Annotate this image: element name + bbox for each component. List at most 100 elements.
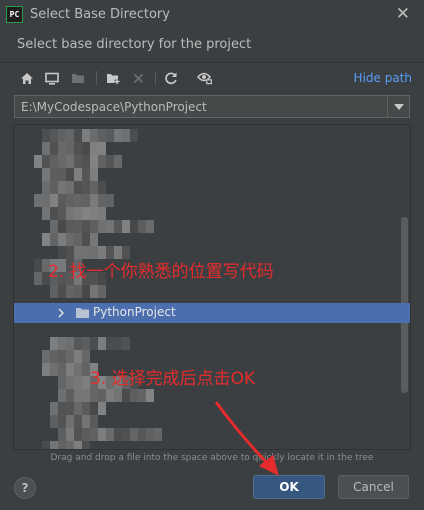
blurred-entry-cell <box>98 207 106 220</box>
blurred-entry-cell <box>50 337 58 350</box>
blurred-entry-cell <box>74 389 82 402</box>
blurred-entry-cell <box>74 350 82 363</box>
close-button[interactable]: ✕ <box>396 4 410 24</box>
blurred-entry-cell <box>82 428 90 441</box>
blurred-entry-cell <box>50 441 58 449</box>
blurred-entry-cell <box>82 441 90 449</box>
blurred-entry-cell <box>98 220 106 233</box>
new-folder-icon[interactable] <box>103 68 123 88</box>
blurred-entry-cell <box>74 402 82 415</box>
blurred-entry-cell <box>66 155 74 168</box>
blurred-entry-cell <box>58 415 66 428</box>
blurred-entry-cell <box>66 376 74 389</box>
file-tree[interactable]: PythonProject <box>13 124 411 450</box>
blurred-entry-cell <box>66 363 74 376</box>
blurred-entry-cell <box>58 181 66 194</box>
blurred-entry-cell <box>146 389 154 402</box>
blurred-entry-cell <box>98 129 106 142</box>
blurred-entry-cell <box>74 337 82 350</box>
blurred-entry-cell <box>34 259 42 272</box>
blurred-entry-cell <box>122 337 130 350</box>
blurred-entry-cell <box>98 285 106 298</box>
blurred-entry-cell <box>98 402 106 415</box>
blurred-entry-cell <box>90 428 98 441</box>
blurred-entry-cell <box>82 207 90 220</box>
window-title: Select Base Directory <box>30 7 170 22</box>
blurred-entry-cell <box>90 168 98 181</box>
blurred-entry-cell <box>50 233 58 246</box>
chevron-right-icon[interactable] <box>56 307 66 319</box>
desktop-icon[interactable] <box>42 68 62 88</box>
blurred-entry-cell <box>42 181 50 194</box>
blurred-entry-cell <box>50 402 58 415</box>
divider <box>0 62 424 63</box>
blurred-entry-cell <box>74 428 82 441</box>
blurred-entry-cell <box>58 350 66 363</box>
blurred-entry-cell <box>74 168 82 181</box>
blurred-entry-cell <box>66 168 74 181</box>
blurred-entry-cell <box>82 142 90 155</box>
blurred-entry-cell <box>90 402 98 415</box>
blurred-entry-cell <box>50 207 58 220</box>
tree-row-selected[interactable]: PythonProject <box>14 303 410 323</box>
blurred-entry-cell <box>90 194 98 207</box>
help-button[interactable]: ? <box>14 477 36 499</box>
blurred-entry-cell <box>58 376 66 389</box>
blurred-entry-cell <box>82 181 90 194</box>
annotation-step3: 3. 选择完成后点击OK <box>90 369 256 389</box>
hide-path-link[interactable]: Hide path <box>354 71 412 85</box>
blurred-entry-cell <box>66 415 74 428</box>
blurred-entry-cell <box>50 129 58 142</box>
blurred-entry-cell <box>66 220 74 233</box>
path-combobox <box>14 95 410 118</box>
blurred-entry-cell <box>106 428 114 441</box>
blurred-entry-cell <box>42 350 50 363</box>
blurred-entry-cell <box>74 207 82 220</box>
blurred-entry-cell <box>58 363 66 376</box>
blurred-entry-cell <box>98 155 106 168</box>
drag-drop-hint: Drag and drop a file into the space abov… <box>50 453 374 463</box>
blurred-entry-cell <box>82 194 90 207</box>
blurred-entry-cell <box>58 142 66 155</box>
blurred-entry-cell <box>58 337 66 350</box>
blurred-entry-cell <box>138 389 146 402</box>
blurred-entry-cell <box>58 168 66 181</box>
blurred-entry-cell <box>82 233 90 246</box>
chevron-down-icon[interactable] <box>387 96 409 117</box>
blurred-entry-cell <box>74 363 82 376</box>
blurred-entry-cell <box>74 181 82 194</box>
pycharm-app-icon: PC <box>6 6 23 23</box>
blurred-entry-cell <box>90 129 98 142</box>
blurred-entry-cell <box>42 441 50 449</box>
project-folder-icon <box>68 68 88 88</box>
blurred-entry-cell <box>106 220 114 233</box>
refresh-icon[interactable] <box>161 68 181 88</box>
show-hidden-files-icon[interactable] <box>195 68 215 88</box>
ok-button[interactable]: OK <box>253 475 325 499</box>
home-icon[interactable] <box>17 68 37 88</box>
blurred-entry-cell <box>106 129 114 142</box>
blurred-entry-cell <box>74 233 82 246</box>
path-input[interactable] <box>15 96 387 117</box>
blurred-entry-cell <box>42 194 50 207</box>
cancel-button[interactable]: Cancel <box>338 475 409 499</box>
blurred-entry-cell <box>50 220 58 233</box>
blurred-entry-cell <box>50 168 58 181</box>
blurred-entry-cell <box>58 155 66 168</box>
blurred-entry-cell <box>66 194 74 207</box>
blurred-entry-cell <box>74 155 82 168</box>
blurred-entry-cell <box>66 285 74 298</box>
blurred-entry-cell <box>130 220 138 233</box>
blurred-entry-cell <box>154 428 162 441</box>
blurred-entry-cell <box>138 220 146 233</box>
blurred-entry-cell <box>122 220 130 233</box>
blurred-entry-cell <box>66 233 74 246</box>
blurred-entry-cell <box>90 155 98 168</box>
blurred-entry-cell <box>74 220 82 233</box>
blurred-entry-cell <box>114 220 122 233</box>
blurred-entry-cell <box>90 233 98 246</box>
blurred-entry-cell <box>58 194 66 207</box>
blurred-entry-cell <box>50 142 58 155</box>
blurred-entry-cell <box>58 285 66 298</box>
blurred-entry-cell <box>74 285 82 298</box>
